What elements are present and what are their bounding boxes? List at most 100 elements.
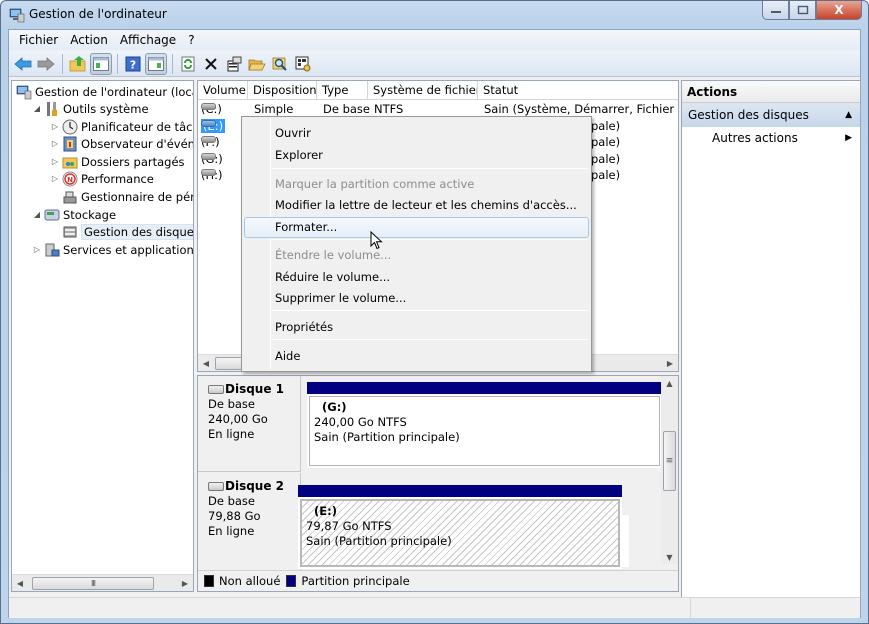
partition-bar (298, 485, 622, 497)
partition-e-block[interactable]: (E:) 79,87 Go NTFS Sain (Partition princ… (298, 485, 622, 569)
collapse-icon[interactable]: ◢ (32, 210, 42, 219)
collapse-icon[interactable]: ▲ (845, 103, 852, 127)
column-disposition[interactable]: Disposition (248, 81, 317, 100)
column-volume[interactable]: Volume (198, 81, 248, 100)
drive-icon (201, 103, 216, 110)
console-tree-icon (93, 56, 109, 71)
properties-button[interactable] (223, 53, 245, 75)
settings-icon (295, 56, 311, 71)
menu-item-proprietes[interactable]: Propriétés (244, 317, 589, 338)
menu-fichier[interactable]: Fichier (13, 33, 64, 47)
partition-status: Sain (Partition principale) (314, 430, 460, 444)
submenu-arrow-icon: ▶ (845, 133, 852, 143)
close-icon: X (834, 3, 844, 17)
search-button[interactable] (269, 53, 291, 75)
scrollbar-thumb[interactable]: ≡ (663, 431, 676, 491)
scroll-left-arrow-icon[interactable]: ◀ (12, 575, 28, 591)
back-button[interactable] (12, 53, 34, 75)
column-type[interactable]: Type (317, 81, 368, 100)
performance-icon: N (62, 171, 78, 187)
partition-bar (307, 382, 662, 394)
expand-icon[interactable]: ▷ (50, 122, 60, 131)
tree-item-performance[interactable]: ▷ N Performance (50, 170, 154, 187)
scroll-down-arrow-icon[interactable]: ▼ (661, 550, 678, 564)
collapse-icon[interactable]: ◢ (32, 104, 42, 113)
disk-view-vertical-scrollbar[interactable]: ▲ ≡ ▼ (661, 376, 678, 564)
computer-management-icon (9, 7, 25, 23)
maximize-button[interactable] (789, 1, 816, 20)
menu-item-modifier-la-lettre-de-lecteur-et-les-chemins-d-acces[interactable]: Modifier la lettre de lecteur et les che… (244, 195, 589, 216)
tree-item-gestionnaire-de-p-riph-riques[interactable]: Gestionnaire de périphériques (50, 188, 193, 205)
scroll-right-arrow-icon[interactable]: ▶ (177, 575, 193, 591)
scroll-left-arrow-icon[interactable]: ◀ (198, 355, 214, 371)
menu-item-formater[interactable]: Formater... (244, 217, 589, 238)
back-arrow-icon (14, 56, 32, 71)
tree-horizontal-scrollbar[interactable]: ◀ III ▶ (12, 574, 193, 591)
menu-item-ouvrir[interactable]: Ouvrir (244, 123, 589, 144)
tree-item-outils-syst-me[interactable]: ◢ Outils système (32, 100, 149, 117)
disk-icon (208, 385, 224, 394)
title-bar[interactable]: Gestion de l'ordinateur X (1, 1, 868, 29)
drive-icon (201, 136, 216, 143)
tree-item-label: Gestion des disques (81, 223, 193, 240)
menu-help[interactable]: ? (182, 33, 200, 47)
action-label: Autres actions (712, 131, 798, 145)
up-button[interactable] (67, 53, 89, 75)
tree-item-stockage[interactable]: ◢ Stockage (32, 206, 116, 223)
show-hide-console-tree-button[interactable] (90, 52, 112, 75)
legend-label: Non alloué (219, 574, 281, 588)
refresh-icon (181, 56, 195, 71)
disk-size: 79,88 Go (208, 509, 261, 523)
menu-affichage[interactable]: Affichage (114, 33, 182, 47)
scroll-up-arrow-icon[interactable]: ▲ (661, 376, 678, 390)
drive-icon (201, 119, 216, 127)
help-button[interactable]: ? (122, 53, 144, 75)
tree-item-services-et-applications[interactable]: ▷ Services et applications (32, 241, 193, 258)
expand-icon[interactable]: ▷ (50, 139, 60, 148)
tree-item-label: Performance (81, 171, 154, 186)
disk-type: De base (208, 397, 255, 411)
tree-item-gestion-des-disques[interactable]: Gestion des disques (50, 223, 193, 240)
delete-button[interactable] (200, 53, 222, 75)
menu-action[interactable]: Action (64, 33, 114, 47)
tree-item-planificateur-de-t-ches[interactable]: ▷ Planificateur de tâches (50, 118, 193, 135)
menu-item-supprimer-le-volume[interactable]: Supprimer le volume... (244, 288, 589, 309)
toolbar-separator (62, 53, 63, 74)
expand-icon[interactable]: ▷ (32, 245, 42, 254)
menu-item-etendre-le-volume: Étendre le volume... (275, 248, 392, 262)
forward-button[interactable] (35, 53, 57, 75)
disk-icon (208, 482, 224, 491)
menu-item-explorer[interactable]: Explorer (244, 145, 589, 166)
tree-item-observateur-d-v-nements[interactable]: ▷ Observateur d'événements (50, 135, 193, 152)
expand-icon[interactable]: ▷ (50, 174, 60, 183)
show-hide-action-pane-button[interactable] (145, 52, 167, 75)
menu-item-reduire-le-volume[interactable]: Réduire le volume... (244, 267, 589, 288)
services-icon (44, 242, 60, 258)
disk-2-info[interactable]: Disque 2 De base 79,88 Go En ligne (198, 473, 301, 571)
tree-item-gestion-de-l-ordinateur-local[interactable]: Gestion de l'ordinateur (local) (14, 83, 193, 100)
close-button[interactable]: X (816, 1, 862, 20)
column-file-system[interactable]: Système de fichiers (368, 81, 478, 100)
partition-status: Sain (Partition principale) (306, 534, 452, 548)
settings-button[interactable] (292, 53, 314, 75)
tree-item-label: Dossiers partagés (81, 154, 185, 169)
scrollbar-thumb[interactable]: III (32, 577, 154, 590)
menu-item-aide[interactable]: Aide (244, 346, 589, 367)
legend-swatch (204, 575, 214, 587)
open-folder-icon (248, 59, 266, 70)
action-other-actions[interactable]: Autres actions ▶ (682, 127, 860, 149)
scroll-right-arrow-icon[interactable]: ▶ (662, 355, 678, 371)
tree-item-dossiers-partag-s[interactable]: ▷ Dossiers partagés (50, 153, 185, 170)
window-title: Gestion de l'ordinateur (29, 7, 167, 21)
refresh-button[interactable] (177, 53, 199, 75)
device-manager-icon (62, 189, 78, 205)
open-button[interactable] (246, 53, 268, 75)
expand-icon[interactable]: ▷ (50, 157, 60, 166)
disk-1-info[interactable]: Disque 1 De base 240,00 Go En ligne (198, 376, 301, 472)
tree-item-label: Planificateur de tâches (81, 119, 193, 134)
partition-g[interactable]: (G:) 240,00 Go NTFS Sain (Partition prin… (307, 382, 662, 468)
column-status[interactable]: Statut (478, 81, 678, 100)
disk-type: De base (208, 494, 255, 508)
actions-group-disk-management[interactable]: Gestion des disques ▲ (682, 103, 860, 127)
minimize-button[interactable] (762, 1, 789, 20)
